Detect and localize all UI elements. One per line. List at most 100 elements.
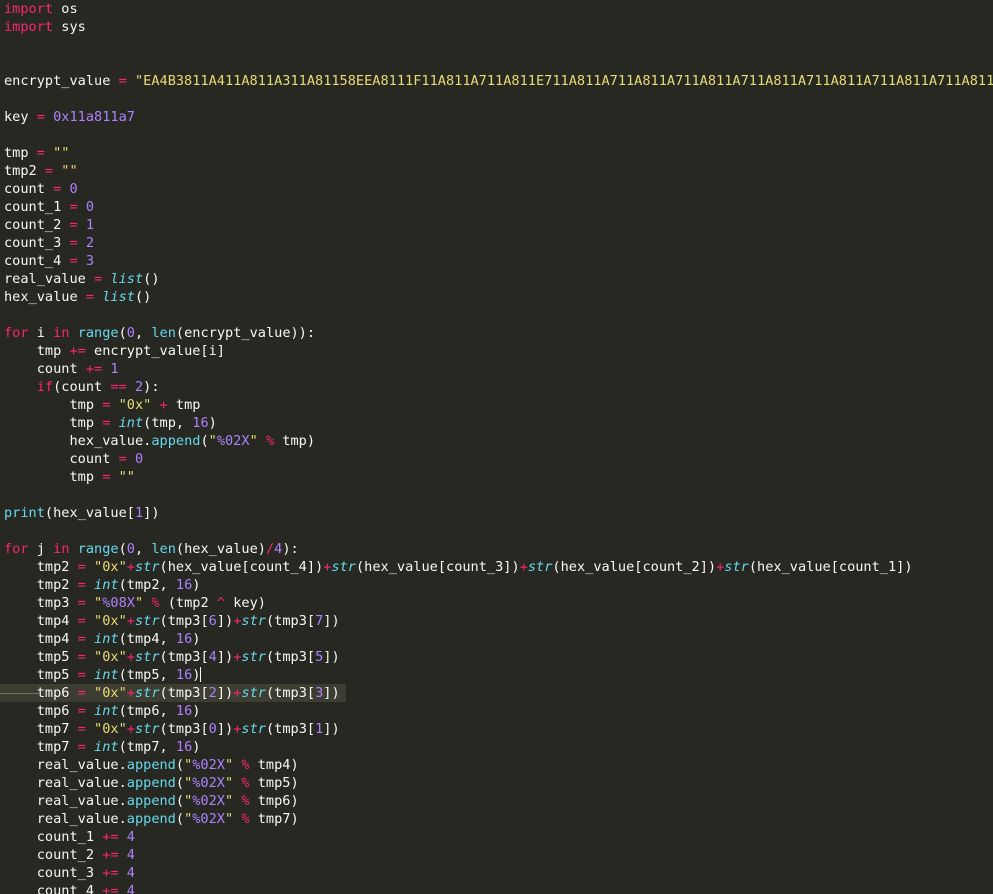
code-token: (encrypt_value)): bbox=[175, 325, 316, 341]
code-text-area[interactable]: import os import sys encrypt_value = "EA4B… bbox=[0, 0, 993, 894]
code-token: % bbox=[241, 793, 250, 809]
code-line[interactable]: tmp5 = int(tmp5, 16) bbox=[4, 666, 993, 684]
code-token: = bbox=[77, 703, 86, 719]
code-token: append bbox=[126, 793, 176, 809]
code-line[interactable]: hex_value = list() bbox=[4, 288, 993, 306]
code-line[interactable]: count_1 += 4 bbox=[4, 828, 993, 846]
code-line[interactable]: tmp = "" bbox=[4, 144, 993, 162]
code-line[interactable]: count_2 = 1 bbox=[4, 216, 993, 234]
code-line[interactable]: tmp2 = "" bbox=[4, 162, 993, 180]
code-line[interactable]: tmp5 = "0x"+str(tmp3[4])+str(tmp3[5]) bbox=[4, 648, 993, 666]
code-token: % bbox=[241, 811, 250, 827]
code-token: count_1 bbox=[4, 829, 103, 845]
code-line[interactable]: for i in range(0, len(encrypt_value)): bbox=[4, 324, 993, 342]
code-line[interactable]: tmp4 = int(tmp4, 16) bbox=[4, 630, 993, 648]
code-token: 0 bbox=[69, 181, 78, 197]
code-line[interactable]: print(hex_value[1]) bbox=[4, 504, 993, 522]
code-line[interactable]: real_value.append("%02X" % tmp4) bbox=[4, 756, 993, 774]
code-token: tmp bbox=[167, 397, 201, 413]
code-line[interactable]: count += 1 bbox=[4, 360, 993, 378]
code-line[interactable]: tmp3 = "%08X" % (tmp2 ^ key) bbox=[4, 594, 993, 612]
code-line[interactable]: import os bbox=[4, 0, 993, 18]
code-line[interactable] bbox=[4, 54, 993, 72]
code-line[interactable]: tmp7 = "0x"+str(tmp3[0])+str(tmp3[1]) bbox=[4, 720, 993, 738]
code-line[interactable]: for j in range(0, len(hex_value)/4): bbox=[4, 540, 993, 558]
code-line[interactable]: tmp = "0x" + tmp bbox=[4, 396, 993, 414]
code-line[interactable]: real_value.append("%02X" % tmp5) bbox=[4, 774, 993, 792]
code-token: %02X bbox=[192, 793, 225, 809]
code-token: 1 bbox=[85, 217, 95, 233]
code-token: (hex_value[count_2]) bbox=[552, 559, 717, 575]
code-token: tmp bbox=[4, 397, 103, 413]
code-token: 16 bbox=[192, 415, 209, 431]
code-line[interactable]: count = 0 bbox=[4, 180, 993, 198]
code-line[interactable]: count_3 += 4 bbox=[4, 864, 993, 882]
code-token: 0 bbox=[85, 199, 95, 215]
code-line[interactable]: tmp = "" bbox=[4, 468, 993, 486]
code-line-current[interactable]: tmp6 = "0x"+str(tmp3[2])+str(tmp3[3]) bbox=[0, 684, 346, 702]
code-token: sys bbox=[53, 19, 86, 35]
code-line[interactable]: count_3 = 2 bbox=[4, 234, 993, 252]
code-token: append bbox=[151, 433, 201, 449]
code-line[interactable]: count = 0 bbox=[4, 450, 993, 468]
code-line[interactable]: import sys bbox=[4, 18, 993, 36]
code-token: str bbox=[724, 559, 749, 575]
code-editor[interactable]: import os import sys encrypt_value = "EA4B… bbox=[0, 0, 993, 894]
code-line[interactable] bbox=[4, 36, 993, 54]
code-line[interactable] bbox=[4, 126, 993, 144]
code-line[interactable]: tmp2 = int(tmp2, 16) bbox=[4, 576, 993, 594]
code-token: (tmp2, bbox=[118, 577, 176, 593]
code-line[interactable]: tmp += encrypt_value[i] bbox=[4, 342, 993, 360]
code-line[interactable]: key = 0x11a811a7 bbox=[4, 108, 993, 126]
code-line[interactable] bbox=[4, 90, 993, 108]
code-token: range bbox=[77, 541, 119, 557]
code-line[interactable]: hex_value.append("%02X" % tmp) bbox=[4, 432, 993, 450]
code-token: = bbox=[44, 163, 54, 179]
code-line[interactable]: if(count == 2): bbox=[4, 378, 993, 396]
code-token: %02X bbox=[192, 811, 225, 827]
code-line[interactable] bbox=[4, 522, 993, 540]
code-token: tmp4) bbox=[249, 757, 299, 773]
code-line[interactable]: real_value.append("%02X" % tmp6) bbox=[4, 792, 993, 810]
code-token: , bbox=[134, 541, 152, 557]
code-token: == bbox=[110, 379, 127, 395]
code-line[interactable]: tmp7 = int(tmp7, 16) bbox=[4, 738, 993, 756]
code-token: = bbox=[36, 145, 45, 161]
code-token: range bbox=[77, 325, 119, 341]
code-token: str bbox=[134, 559, 160, 575]
code-token: (tmp3[ bbox=[159, 649, 209, 665]
code-token: int bbox=[118, 415, 144, 431]
code-token: key bbox=[4, 109, 37, 125]
code-line[interactable]: tmp6 = int(tmp6, 16) bbox=[4, 702, 993, 720]
code-line[interactable]: count_4 += 4 bbox=[4, 882, 993, 894]
code-line[interactable]: tmp = int(tmp, 16) bbox=[4, 414, 993, 432]
code-token: ) bbox=[192, 739, 201, 755]
code-line[interactable]: count_4 = 3 bbox=[4, 252, 993, 270]
code-token: tmp7) bbox=[249, 811, 299, 827]
code-line[interactable]: real_value = list() bbox=[4, 270, 993, 288]
code-token: tmp6) bbox=[249, 793, 299, 809]
code-token: 0x11a811a7 bbox=[53, 109, 135, 125]
code-token: += bbox=[69, 343, 86, 359]
code-line[interactable]: encrypt_value = "EA4B3811A411A811A311A81… bbox=[4, 72, 993, 90]
code-token: = bbox=[77, 577, 86, 593]
code-line[interactable]: tmp4 = "0x"+str(tmp3[6])+str(tmp3[7]) bbox=[4, 612, 993, 630]
code-line[interactable] bbox=[4, 486, 993, 504]
code-line[interactable]: count_2 += 4 bbox=[4, 846, 993, 864]
code-token: tmp2 bbox=[4, 577, 78, 593]
code-line[interactable]: tmp2 = "0x"+str(hex_value[count_4])+str(… bbox=[4, 558, 993, 576]
code-line[interactable] bbox=[4, 306, 993, 324]
code-token: = bbox=[77, 595, 86, 611]
code-line[interactable]: real_value.append("%02X" % tmp7) bbox=[4, 810, 993, 828]
code-token: (hex_value) bbox=[175, 541, 266, 557]
code-token: " bbox=[225, 775, 234, 791]
code-line[interactable]: count_1 = 0 bbox=[4, 198, 993, 216]
